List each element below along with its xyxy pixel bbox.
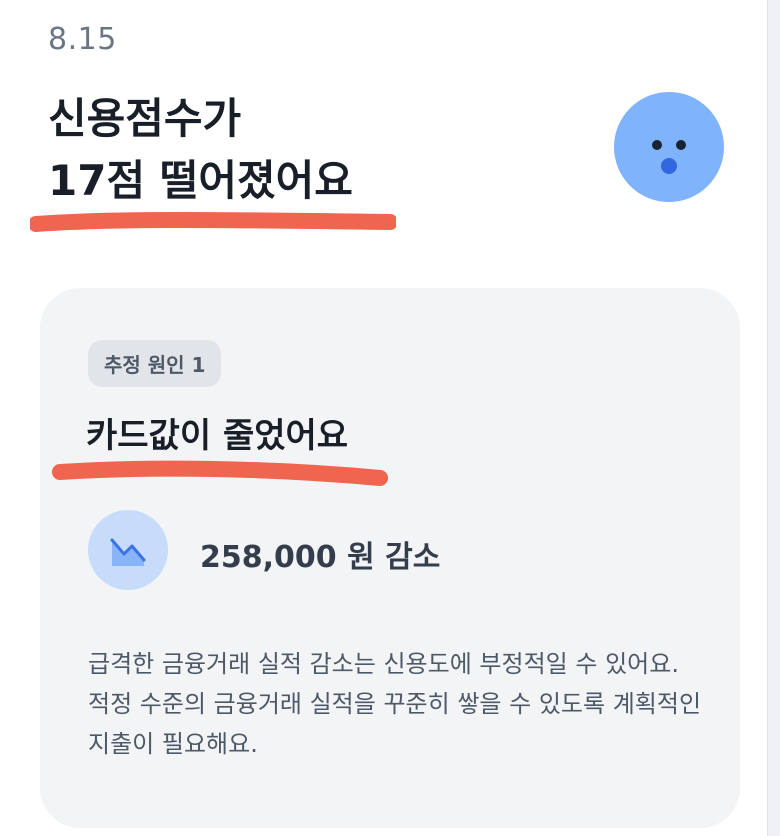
mouth [661,158,677,174]
reason-description: 급격한 금융거래 실적 감소는 신용도에 부정적일 수 있어요. 적정 수준의 … [88,650,702,758]
red-underline-annotation-2 [52,460,388,486]
date-label: 8.15 [48,22,117,57]
reason-badge: 추정 원인 1 [88,340,222,387]
reason-card: 추정 원인 1 카드값이 줄었어요 258,000 원 감소 급격한 금융거래 … [40,288,740,828]
title-line-1: 신용점수가 [48,94,242,143]
reason-title: 카드값이 줄었어요 [86,416,349,456]
scrollbar[interactable] [767,0,780,836]
eye-right [676,140,686,150]
decrease-amount: 258,000 원 감소 [200,540,441,575]
sad-face-icon [614,92,724,202]
page-title: 신용점수가 17점 떨어졌어요 [48,88,353,212]
trend-down-icon [88,510,168,590]
eye-left [652,140,662,150]
title-line-2: 17점 떨어졌어요 [48,156,353,205]
red-underline-annotation [30,212,396,232]
